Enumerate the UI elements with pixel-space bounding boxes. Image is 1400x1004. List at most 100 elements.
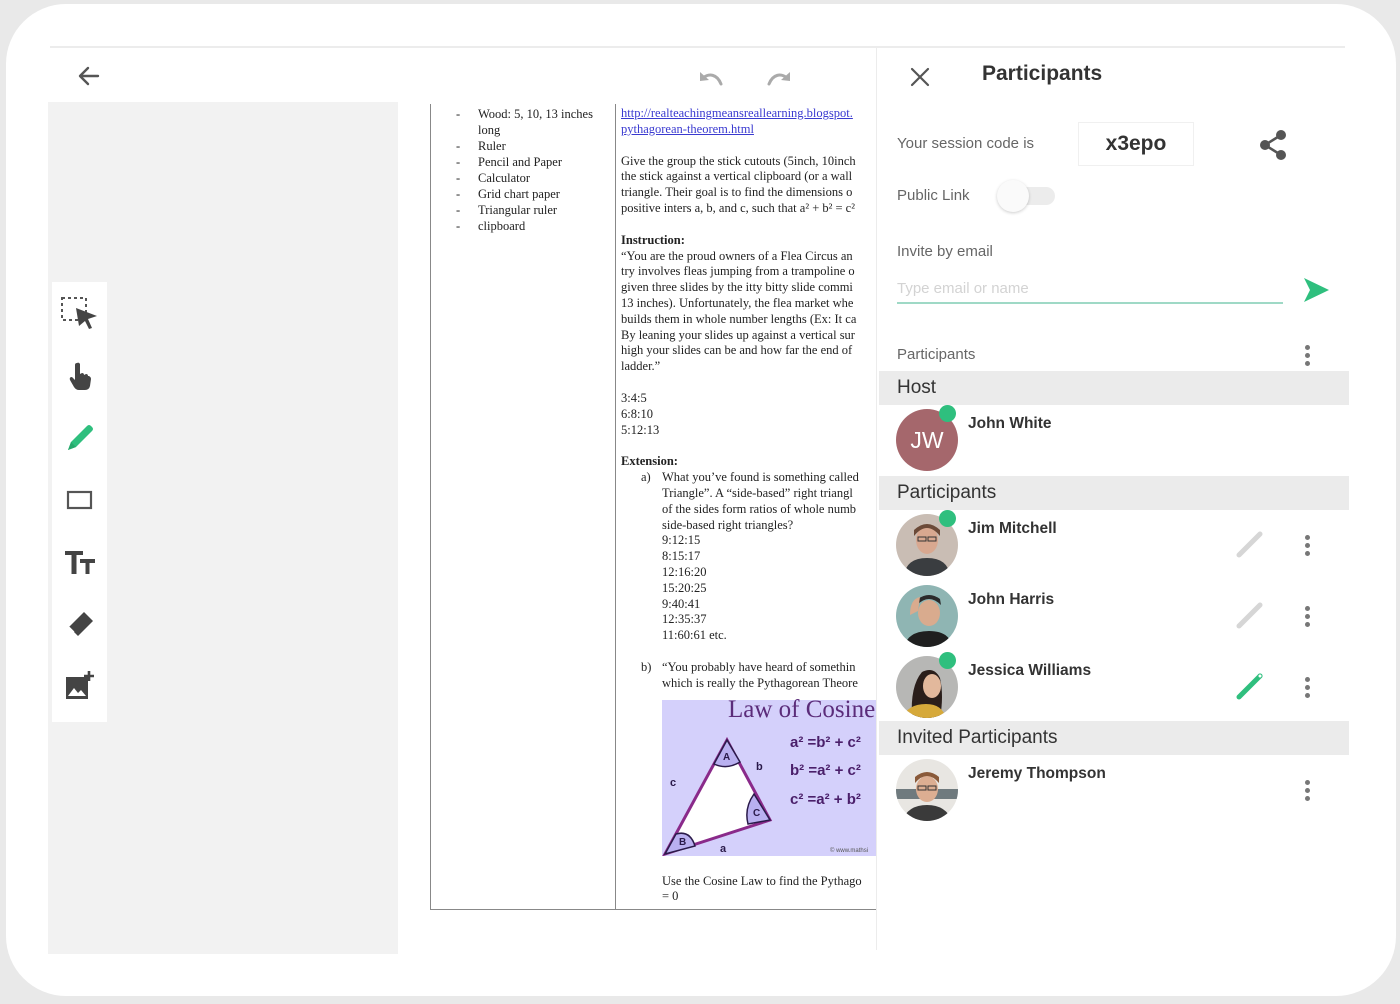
session-code: x3epo [1078,122,1194,166]
material-item: clipboard [453,218,613,234]
redo-icon [767,72,790,86]
participant-name: John Harris [968,591,1055,608]
ratio-item: 3:4:5 [621,390,647,405]
redo-button[interactable] [763,64,795,90]
eraser-icon [68,612,93,636]
participant-menu-button[interactable] [1297,672,1317,702]
ratio-item: 5:12:13 [621,422,660,437]
back-button[interactable] [72,60,106,92]
session-code-label: Your session code is [897,135,1035,152]
material-item: Calculator [453,170,613,186]
tool-rectangle[interactable] [58,478,102,522]
public-link-label: Public Link [897,187,970,204]
triangle-diagram: A B C b c a [662,736,773,856]
drawing-toolbar [52,282,107,722]
pencil-icon [1236,531,1263,558]
text-line: high your slides can be and how far the … [621,343,853,358]
draw-permission-toggle[interactable] [1235,670,1265,700]
text-line: 12:35:37 [662,612,707,627]
tool-pan[interactable] [58,354,102,398]
tool-select[interactable] [58,292,102,336]
tool-eraser[interactable] [58,602,102,646]
close-button[interactable] [907,64,933,90]
item-label: a) [641,470,651,485]
side-a-label: a [720,843,727,855]
resource-link[interactable]: http://realteachingmeansreallearning.blo… [621,106,853,120]
item-label: b) [641,659,652,674]
text-line: side-based right triangles? [662,517,794,532]
share-icon [1260,130,1286,160]
send-invite-button[interactable] [1301,276,1331,304]
text-line: triangle. Their goal is to find the dime… [621,185,853,200]
pencil-icon [67,425,93,450]
extension-item-b: b) “You probably have heard of somethin w… [621,660,877,692]
text-line: “You are the proud owners of a Flea Circ… [621,248,853,263]
participants-menu-button[interactable] [1297,340,1317,370]
participants-label: Participants [897,346,976,363]
vertex-c-label: C [753,808,760,819]
equation-3: c² =a² + b² [790,790,861,808]
participant-name: John White [968,415,1052,432]
undo-icon [700,72,723,86]
avatar [896,759,958,821]
invited-row[interactable]: Jeremy Thompson [877,755,1349,825]
pencil-icon [1236,673,1263,700]
text-line: “You probably have heard of somethin [662,659,856,674]
table-column-divider [615,104,616,909]
instruction-paragraph: “You are the proud owners of a Flea Circ… [621,249,877,375]
host-row[interactable]: JW John White [877,405,1349,475]
participant-menu-button[interactable] [1297,775,1317,805]
ratio-item: 6:8:10 [621,406,653,421]
text-line: Triangle”. A “side-based” right triangl [662,485,853,500]
participant-name: Jeremy Thompson [968,765,1106,782]
draw-permission-toggle[interactable] [1235,599,1265,629]
section-title: Invited Participants [897,727,1058,748]
text-line: 9:40:41 [662,596,701,611]
close-icon [910,67,930,87]
send-icon [1304,278,1329,302]
tool-add-image[interactable] [58,664,102,708]
text-line: which is really the Pythagorean Theore [662,675,858,690]
online-indicator [939,510,956,527]
panel-title: Participants [982,62,1103,85]
intro-paragraph: Give the group the stick cutouts (5inch,… [621,154,877,217]
section-invited: Invited Participants [879,721,1349,755]
law-of-cosines-image: Law of Cosines A B C b c a a² =b² + c² b… [662,697,877,856]
text-line: 15:20:25 [662,580,707,595]
undo-button[interactable] [695,64,727,90]
share-button[interactable] [1257,128,1289,162]
participant-name: Jessica Williams [968,662,1092,679]
text-line: Give the group the stick cutouts (5inch,… [621,153,856,168]
side-b-label: b [756,761,763,773]
public-link-toggle[interactable] [997,178,1059,212]
tool-pencil[interactable] [58,416,102,460]
materials-list: Wood: 5, 10, 13 inches longRulerPencil a… [453,106,613,234]
extension-item-a: a) What you’ve found is something called… [621,470,877,644]
material-item: Wood: 5, 10, 13 inches long [453,106,613,138]
online-indicator [939,652,956,669]
hand-pointer-icon [69,362,91,390]
draw-permission-toggle[interactable] [1235,528,1265,558]
participant-row[interactable]: Jim Mitchell [877,510,1349,580]
equation-2: b² =a² + c² [790,761,861,779]
participant-row[interactable]: Jessica Williams [877,652,1349,722]
document-page[interactable]: Wood: 5, 10, 13 inches longRulerPencil a… [430,104,877,910]
toggle-knob [997,180,1029,212]
section-participants: Participants [879,476,1349,510]
invite-email-input[interactable] [897,274,1283,304]
pencil-icon [1236,602,1263,629]
extension-heading: Extension: [621,454,678,469]
participant-menu-button[interactable] [1297,530,1317,560]
arrow-left-icon [78,66,100,86]
participants-panel: Participants Your session code is x3epo … [876,48,1349,950]
online-indicator [939,405,956,422]
text-line: positive inters a, b, and c, such that a… [621,200,855,215]
resource-link-cont[interactable]: pythagorean-theorem.html [621,122,754,136]
tool-text[interactable] [58,540,102,584]
participant-menu-button[interactable] [1297,601,1317,631]
rectangle-icon [66,490,92,510]
text-line: builds them in whole number lengths (Ex:… [621,311,857,326]
participant-row[interactable]: John Harris [877,581,1349,651]
text-line: What you’ve found is something called [662,470,859,485]
vertex-b-label: B [679,837,686,848]
